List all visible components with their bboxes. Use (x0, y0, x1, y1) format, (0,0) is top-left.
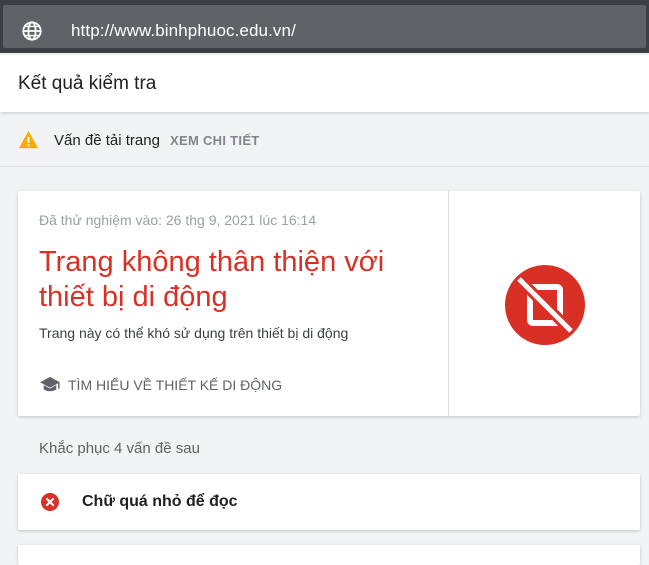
warning-text: Vấn đề tải trang (54, 132, 160, 149)
issues-heading: Khắc phục 4 vấn đề sau (39, 440, 200, 457)
issue-item[interactable] (18, 545, 640, 565)
page-title: Kết quả kiểm tra (18, 73, 157, 94)
learn-mobile-design-label: TÌM HIỂU VỀ THIẾT KẾ DI ĐỘNG (68, 377, 283, 393)
url-text: http://www.binhphuoc.edu.vn/ (71, 21, 296, 40)
view-details-link[interactable]: XEM CHI TIẾT (170, 133, 260, 148)
tested-at: Đã thử nghiệm vào: 26 thg 9, 2021 lúc 16… (39, 212, 317, 228)
result-status (449, 191, 640, 416)
issue-item[interactable]: Chữ quá nhỏ để đọc (18, 474, 640, 530)
header: Kết quả kiểm tra (0, 55, 649, 112)
result-summary: Đã thử nghiệm vào: 26 thg 9, 2021 lúc 16… (18, 191, 448, 416)
graduation-cap-icon (40, 376, 60, 392)
url-field[interactable]: http://www.binhphuoc.edu.vn/ (3, 5, 646, 48)
issue-label: Chữ quá nhỏ để đọc (82, 493, 238, 510)
warning-icon (19, 130, 38, 149)
result-card: Đã thử nghiệm vào: 26 thg 9, 2021 lúc 16… (18, 191, 640, 416)
divider (0, 166, 649, 167)
error-icon (41, 493, 59, 511)
globe-icon (22, 21, 42, 41)
not-mobile-friendly-icon (505, 265, 585, 345)
page-loading-warning: Vấn đề tải trang XEM CHI TIẾT (0, 120, 649, 162)
url-bar: http://www.binhphuoc.edu.vn/ (0, 0, 649, 53)
verdict-heading: Trang không thân thiện với thiết bị di đ… (39, 246, 385, 313)
verdict-description: Trang này có thể khó sử dụng trên thiết … (39, 325, 349, 341)
